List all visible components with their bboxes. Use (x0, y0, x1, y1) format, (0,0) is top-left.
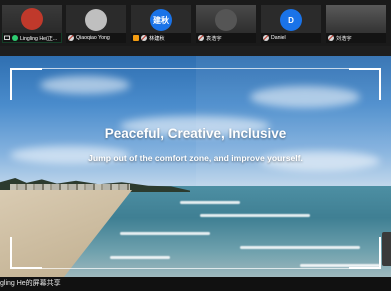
frame-corner (349, 68, 381, 100)
frame-border (10, 68, 381, 69)
participant-namebar: Qiaoqiao Yong (66, 33, 126, 43)
mic-icon (12, 35, 18, 41)
participant-tile-1[interactable]: Qiaoqiao Yong (66, 5, 126, 43)
mic-muted-icon (198, 35, 204, 41)
participant-tile-4[interactable]: D Daniel (261, 5, 321, 43)
shared-screen[interactable]: Peaceful, Creative, Inclusive Jump out o… (0, 56, 391, 277)
wave-foam (200, 214, 310, 217)
participant-name: Lingling He(正... (20, 35, 58, 42)
frame-corner (10, 237, 42, 269)
participant-tile-0[interactable]: Lingling He(正... (2, 5, 62, 43)
avatar: D (280, 9, 302, 31)
cloud-shape (40, 76, 130, 94)
avatar (215, 9, 237, 31)
participant-name: 袁浩宇 (206, 35, 222, 42)
slide-subtitle: Jump out of the comfort zone, and improv… (88, 153, 303, 163)
slide-title: Peaceful, Creative, Inclusive (104, 126, 287, 141)
frame-corner (10, 68, 42, 100)
participant-name: Qiaoqiao Yong (76, 35, 110, 41)
avatar-text: D (288, 15, 294, 25)
participant-namebar: Daniel (261, 33, 321, 43)
wave-foam (180, 201, 240, 204)
side-panel-toggle[interactable] (382, 232, 391, 266)
participant-namebar: 刘浩宇 (326, 33, 386, 43)
avatar (21, 8, 43, 30)
avatar: 建秋 (150, 9, 172, 31)
participant-name: 林建秋 (149, 35, 165, 42)
participant-tile-2[interactable]: 建秋 林建秋 (131, 5, 191, 43)
mic-muted-icon (328, 35, 334, 41)
screen-share-icon (4, 35, 10, 40)
participant-name: Daniel (271, 35, 286, 41)
hand-raise-icon (133, 35, 139, 41)
sharer-label: gling He的屏幕共享 (0, 280, 61, 287)
wave-foam (240, 246, 360, 249)
frame-border (10, 268, 381, 269)
participant-strip: Lingling He(正... Qiaoqiao Yong 建秋 林建秋 袁浩… (0, 0, 391, 46)
frame-corner (349, 237, 381, 269)
wave-foam (110, 256, 170, 259)
participant-name: 刘浩宇 (336, 35, 352, 42)
mic-muted-icon (141, 35, 147, 41)
mic-muted-icon (68, 35, 74, 41)
wave-foam (120, 232, 210, 235)
participant-tile-5[interactable]: 刘浩宇 (326, 5, 386, 43)
participant-namebar: 袁浩宇 (196, 33, 256, 43)
participant-tile-3[interactable]: 袁浩宇 (196, 5, 256, 43)
participant-video (326, 5, 386, 33)
participant-namebar: 林建秋 (131, 33, 191, 43)
mic-muted-icon (263, 35, 269, 41)
share-status-bar: gling He的屏幕共享 (0, 277, 391, 291)
avatar-text: 建秋 (153, 15, 169, 25)
participant-namebar: Lingling He(正... (2, 33, 62, 43)
avatar (85, 9, 107, 31)
